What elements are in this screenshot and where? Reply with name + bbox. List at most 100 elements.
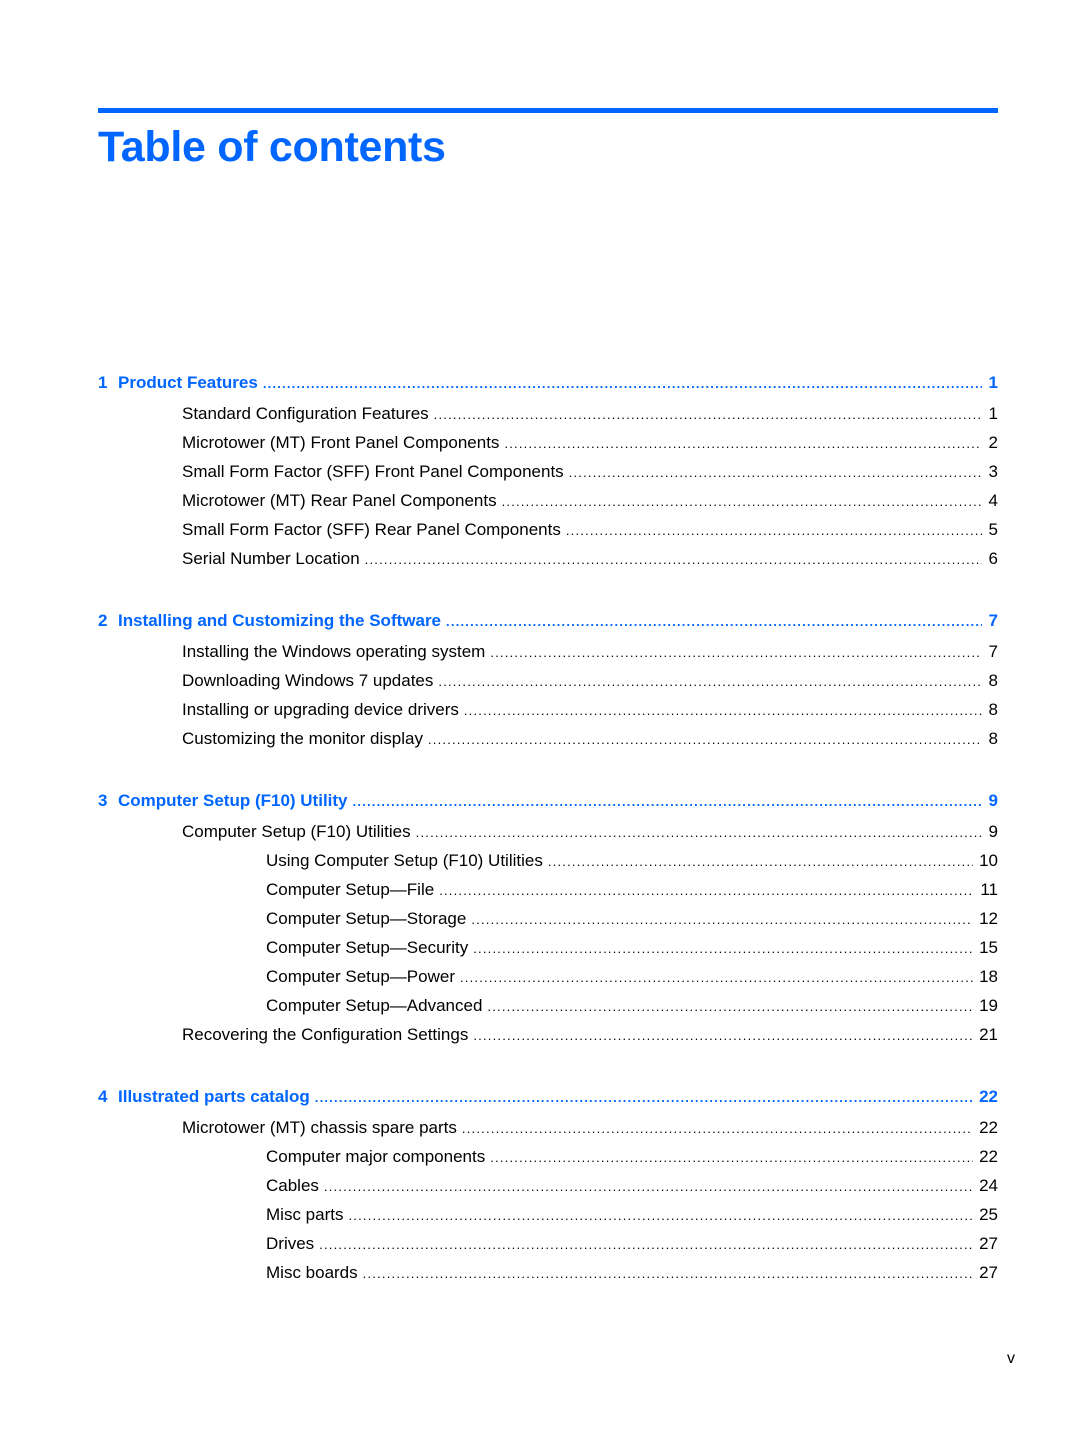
- toc-entry[interactable]: Computer major components...............…: [98, 1145, 998, 1174]
- page-ref[interactable]: 7: [982, 640, 998, 664]
- entry-label[interactable]: 1 Product Features: [98, 371, 263, 395]
- entry-title[interactable]: Microtower (MT) chassis spare parts: [182, 1118, 457, 1137]
- page-ref[interactable]: 12: [973, 907, 998, 931]
- entry-label[interactable]: Small Form Factor (SFF) Front Panel Comp…: [182, 460, 569, 484]
- toc-entry[interactable]: Recovering the Configuration Settings...…: [98, 1023, 998, 1052]
- toc-entry[interactable]: Downloading Windows 7 updates...........…: [98, 669, 998, 698]
- chapter-entry[interactable]: 3 Computer Setup (F10) Utility...........…: [98, 789, 998, 820]
- page-ref[interactable]: 22: [973, 1145, 998, 1169]
- page-ref[interactable]: 6: [982, 547, 998, 571]
- entry-title[interactable]: Installing the Windows operating system: [182, 642, 485, 661]
- toc-entry[interactable]: Microtower (MT) Rear Panel Components...…: [98, 489, 998, 518]
- page-ref[interactable]: 10: [973, 849, 998, 873]
- entry-label[interactable]: Small Form Factor (SFF) Rear Panel Compo…: [182, 518, 566, 542]
- page-ref[interactable]: 1: [982, 402, 998, 426]
- page-ref[interactable]: 3: [982, 460, 998, 484]
- toc-entry[interactable]: Computer Setup—Power....................…: [98, 965, 998, 994]
- entry-label[interactable]: Recovering the Configuration Settings: [182, 1023, 474, 1047]
- toc-entry[interactable]: Cables..................................…: [98, 1174, 998, 1203]
- entry-title[interactable]: Downloading Windows 7 updates: [182, 671, 433, 690]
- toc-entry[interactable]: Customizing the monitor display.........…: [98, 727, 998, 756]
- entry-title[interactable]: Illustrated parts catalog: [118, 1087, 310, 1106]
- entry-label[interactable]: Using Computer Setup (F10) Utilities: [266, 849, 548, 873]
- page-ref[interactable]: 9: [982, 820, 998, 844]
- entry-label[interactable]: Microtower (MT) chassis spare parts: [182, 1116, 462, 1140]
- toc-entry[interactable]: Small Form Factor (SFF) Front Panel Comp…: [98, 460, 998, 489]
- page-ref[interactable]: 11: [974, 878, 998, 902]
- entry-title[interactable]: Computer Setup (F10) Utility: [118, 791, 348, 810]
- page-ref[interactable]: 18: [973, 965, 998, 989]
- chapter-entry[interactable]: 2 Installing and Customizing the Software…: [98, 609, 998, 640]
- entry-title[interactable]: Misc boards: [266, 1263, 358, 1282]
- page-ref[interactable]: 21: [973, 1023, 998, 1047]
- toc-entry[interactable]: Installing the Windows operating system.…: [98, 640, 998, 669]
- entry-title[interactable]: Standard Configuration Features: [182, 404, 429, 423]
- page-ref[interactable]: 19: [973, 994, 998, 1018]
- entry-label[interactable]: Microtower (MT) Front Panel Components: [182, 431, 505, 455]
- entry-label[interactable]: 3 Computer Setup (F10) Utility: [98, 789, 353, 813]
- toc-entry[interactable]: Computer Setup (F10) Utilities..........…: [98, 820, 998, 849]
- toc-entry[interactable]: Computer Setup—Security.................…: [98, 936, 998, 965]
- toc-entry[interactable]: Misc boards.............................…: [98, 1261, 998, 1290]
- entry-label[interactable]: Standard Configuration Features: [182, 402, 434, 426]
- page-ref[interactable]: 24: [973, 1174, 998, 1198]
- toc-entry[interactable]: Microtower (MT) Front Panel Components..…: [98, 431, 998, 460]
- entry-label[interactable]: Computer major components: [266, 1145, 491, 1169]
- entry-label[interactable]: Computer Setup—Storage: [266, 907, 472, 931]
- entry-title[interactable]: Microtower (MT) Front Panel Components: [182, 433, 499, 452]
- entry-title[interactable]: Computer Setup—Advanced: [266, 996, 482, 1015]
- toc-entry[interactable]: Computer Setup—File.....................…: [98, 878, 998, 907]
- page-ref[interactable]: 15: [973, 936, 998, 960]
- entry-label[interactable]: Computer Setup—File: [266, 878, 440, 902]
- entry-label[interactable]: Customizing the monitor display: [182, 727, 428, 751]
- entry-title[interactable]: Product Features: [118, 373, 258, 392]
- entry-label[interactable]: Computer Setup—Power: [266, 965, 460, 989]
- toc-entry[interactable]: Installing or upgrading device drivers..…: [98, 698, 998, 727]
- page-ref[interactable]: 1: [982, 371, 998, 395]
- entry-label[interactable]: 2 Installing and Customizing the Software: [98, 609, 447, 633]
- entry-label[interactable]: Installing or upgrading device drivers: [182, 698, 464, 722]
- entry-title[interactable]: Drives: [266, 1234, 314, 1253]
- toc-entry[interactable]: Microtower (MT) chassis spare parts.....…: [98, 1116, 998, 1145]
- entry-title[interactable]: Installing and Customizing the Software: [118, 611, 441, 630]
- page-ref[interactable]: 27: [973, 1261, 998, 1285]
- entry-title[interactable]: Microtower (MT) Rear Panel Components: [182, 491, 497, 510]
- entry-title[interactable]: Computer Setup (F10) Utilities: [182, 822, 411, 841]
- entry-title[interactable]: Small Form Factor (SFF) Front Panel Comp…: [182, 462, 564, 481]
- entry-title[interactable]: Serial Number Location: [182, 549, 360, 568]
- entry-label[interactable]: Computer Setup—Advanced: [266, 994, 488, 1018]
- entry-title[interactable]: Computer Setup—Security: [266, 938, 468, 957]
- toc-entry[interactable]: Drives..................................…: [98, 1232, 998, 1261]
- toc-entry[interactable]: Serial Number Location..................…: [98, 547, 998, 576]
- page-ref[interactable]: 22: [973, 1085, 998, 1109]
- page-ref[interactable]: 2: [982, 431, 998, 455]
- toc-entry[interactable]: Standard Configuration Features.........…: [98, 402, 998, 431]
- entry-title[interactable]: Customizing the monitor display: [182, 729, 423, 748]
- toc-entry[interactable]: Misc parts..............................…: [98, 1203, 998, 1232]
- entry-title[interactable]: Computer Setup—Power: [266, 967, 455, 986]
- page-ref[interactable]: 5: [982, 518, 998, 542]
- entry-title[interactable]: Cables: [266, 1176, 319, 1195]
- entry-label[interactable]: Downloading Windows 7 updates: [182, 669, 439, 693]
- entry-label[interactable]: Misc parts: [266, 1203, 349, 1227]
- entry-label[interactable]: 4 Illustrated parts catalog: [98, 1085, 315, 1109]
- entry-label[interactable]: Installing the Windows operating system: [182, 640, 491, 664]
- entry-title[interactable]: Installing or upgrading device drivers: [182, 700, 459, 719]
- entry-title[interactable]: Computer Setup—Storage: [266, 909, 466, 928]
- toc-entry[interactable]: Using Computer Setup (F10) Utilities....…: [98, 849, 998, 878]
- page-ref[interactable]: 8: [982, 698, 998, 722]
- entry-label[interactable]: Drives: [266, 1232, 320, 1256]
- page-ref[interactable]: 9: [982, 789, 998, 813]
- page-ref[interactable]: 8: [982, 727, 998, 751]
- page-ref[interactable]: 8: [982, 669, 998, 693]
- entry-title[interactable]: Computer major components: [266, 1147, 485, 1166]
- entry-title[interactable]: Using Computer Setup (F10) Utilities: [266, 851, 543, 870]
- page-ref[interactable]: 4: [982, 489, 998, 513]
- entry-label[interactable]: Cables: [266, 1174, 324, 1198]
- entry-title[interactable]: Misc parts: [266, 1205, 343, 1224]
- entry-title[interactable]: Small Form Factor (SFF) Rear Panel Compo…: [182, 520, 561, 539]
- page-ref[interactable]: 25: [973, 1203, 998, 1227]
- page-ref[interactable]: 27: [973, 1232, 998, 1256]
- chapter-entry[interactable]: 4 Illustrated parts catalog..............…: [98, 1085, 998, 1116]
- entry-label[interactable]: Microtower (MT) Rear Panel Components: [182, 489, 502, 513]
